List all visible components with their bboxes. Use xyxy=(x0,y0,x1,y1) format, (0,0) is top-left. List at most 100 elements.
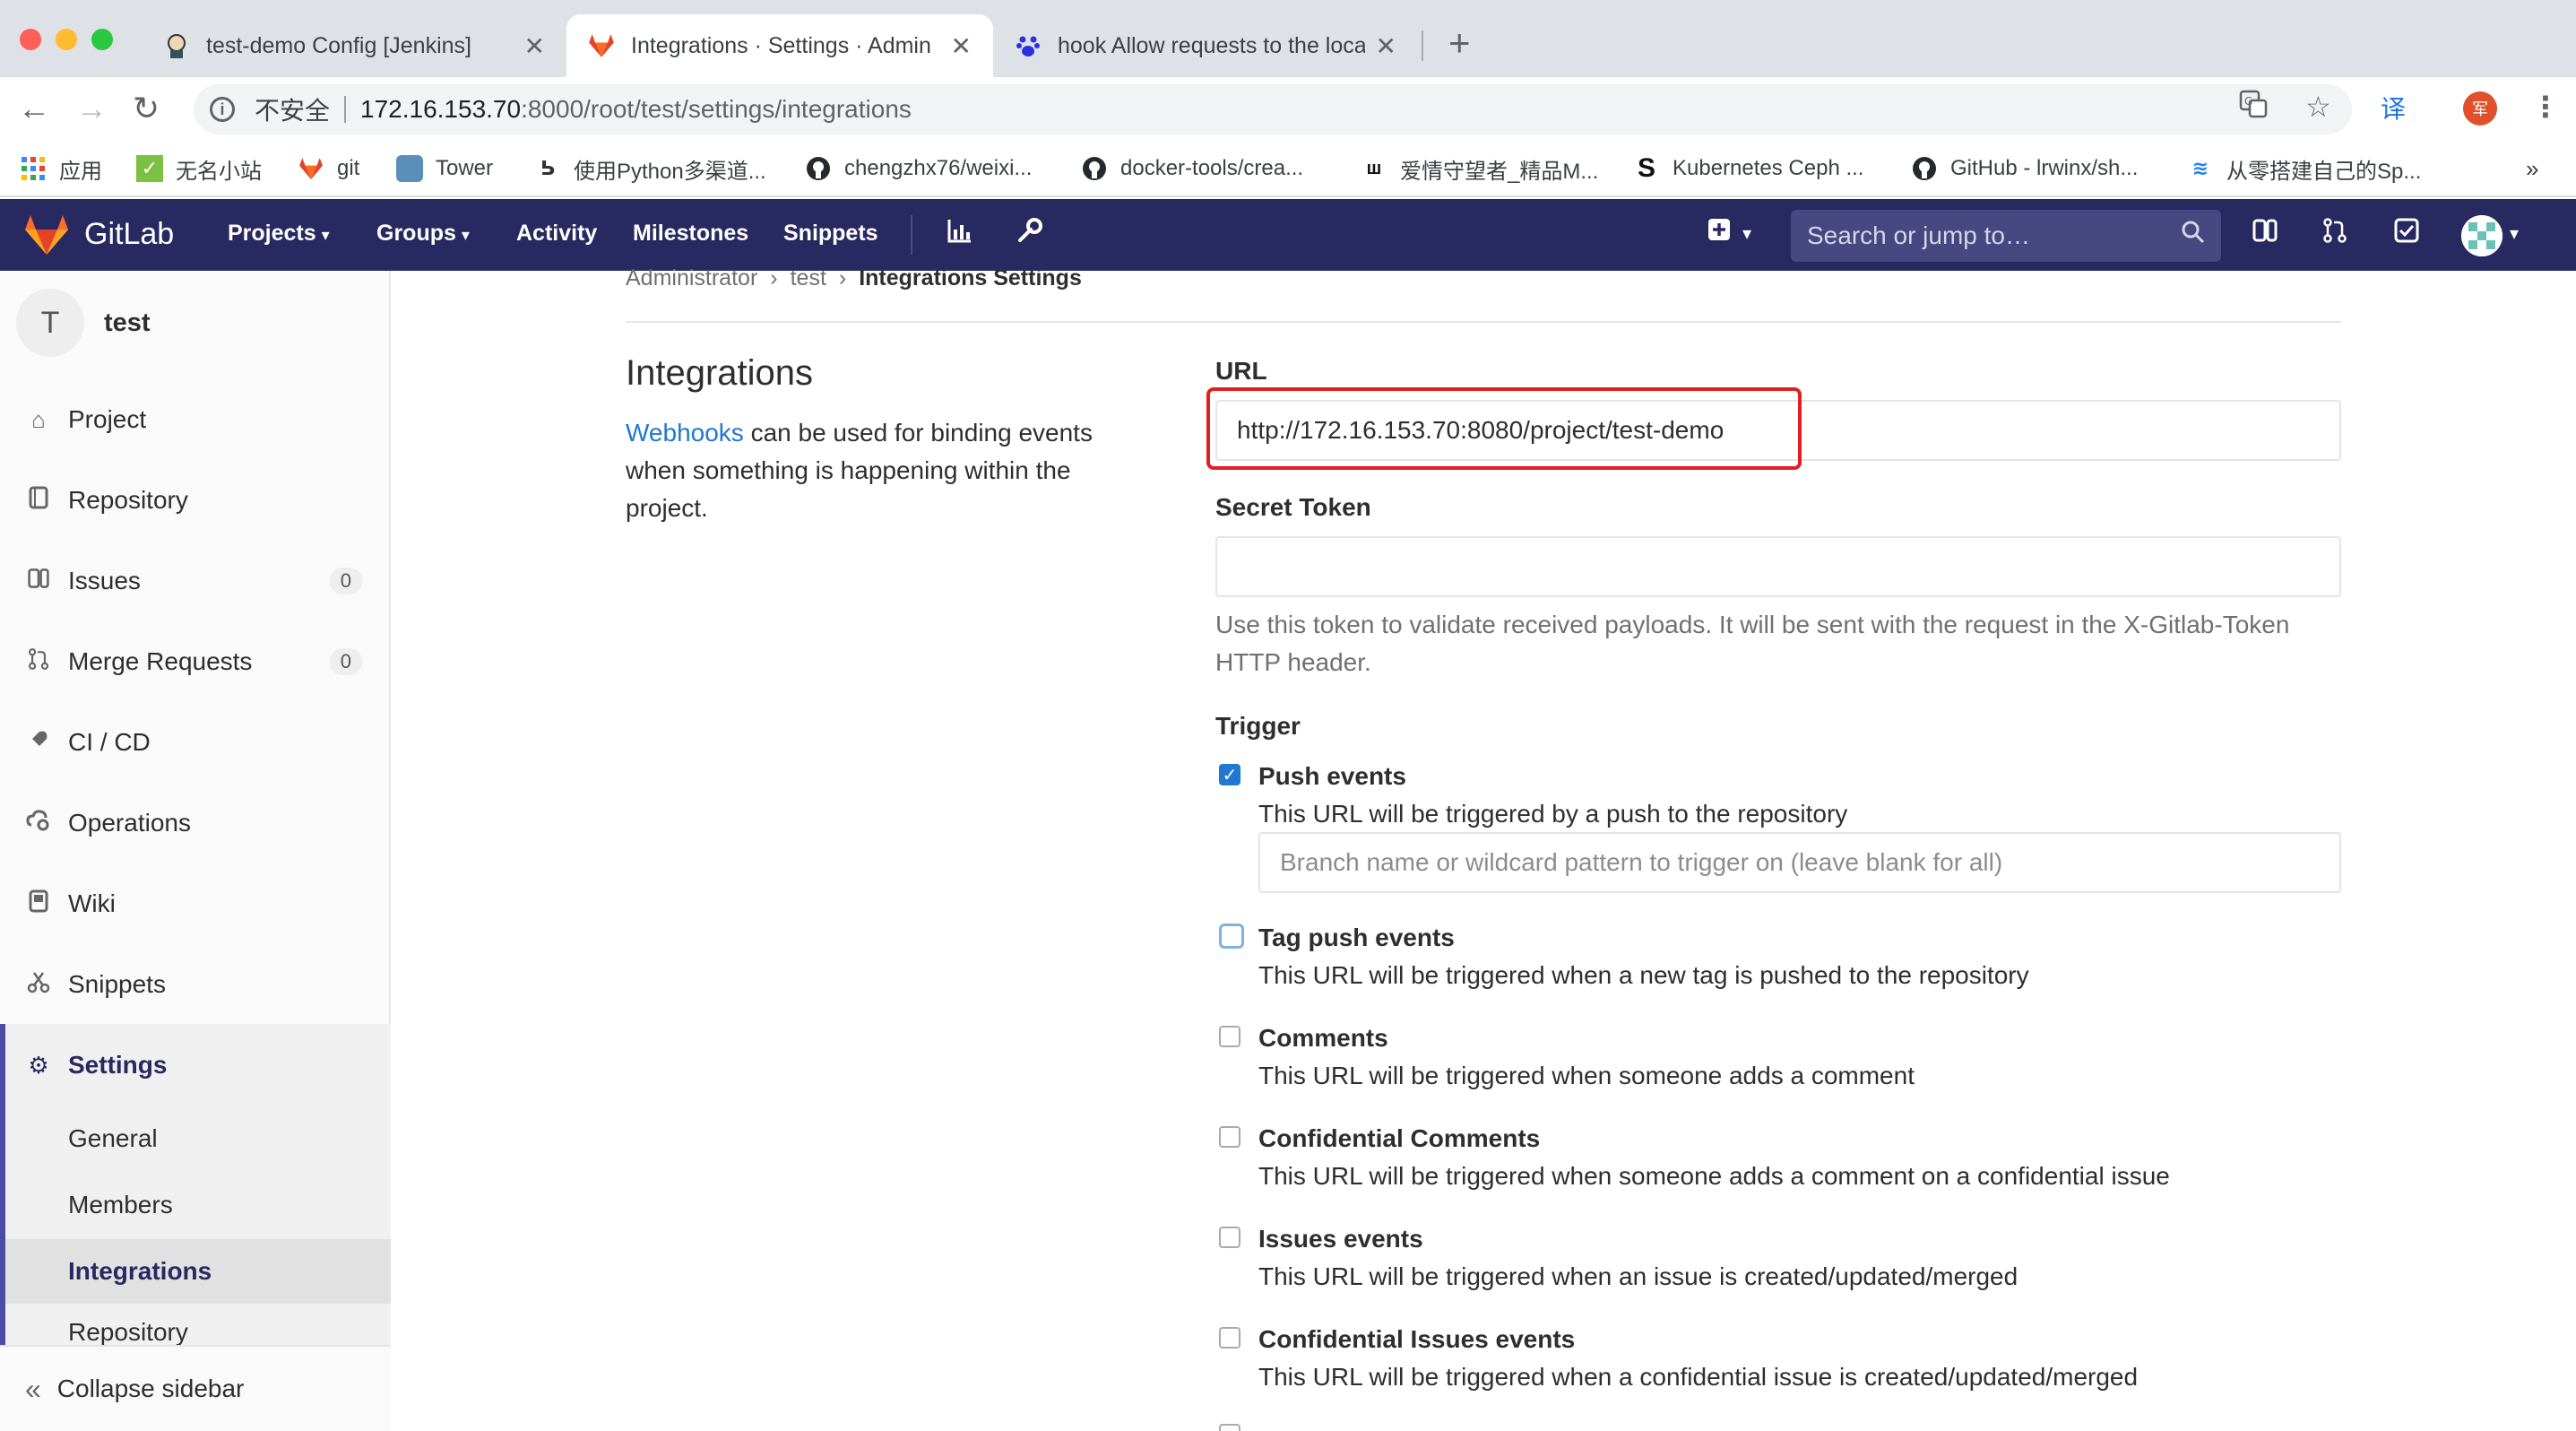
confidential-comments-checkbox[interactable] xyxy=(1219,1126,1240,1148)
bookmark-wuming[interactable]: ✓ 无名小站 xyxy=(136,152,262,185)
sidebar-item-operations[interactable]: Operations xyxy=(0,796,391,850)
sidebar-subitem-members[interactable]: Members xyxy=(5,1173,391,1237)
trigger-title: Push events xyxy=(1258,762,1406,790)
window-minimize-button[interactable] xyxy=(56,29,77,50)
bookmark-apps[interactable]: 应用 xyxy=(20,152,102,185)
tag-push-events-checkbox[interactable] xyxy=(1219,924,1244,949)
search-input[interactable]: Search or jump to… xyxy=(1791,210,2221,262)
nav-activity[interactable]: Activity xyxy=(516,221,597,247)
bookmarks-overflow[interactable]: » xyxy=(2526,152,2538,185)
breadcrumb-link[interactable]: test xyxy=(791,265,826,291)
breadcrumb-current[interactable]: Integrations Settings xyxy=(859,265,1082,291)
sidebar-item-label: Repository xyxy=(68,486,188,514)
sidebar-subitem-integrations[interactable]: Integrations xyxy=(5,1239,391,1304)
webhooks-link[interactable]: Webhooks xyxy=(626,419,744,447)
close-icon[interactable]: ✕ xyxy=(951,31,972,61)
reload-icon[interactable]: ↻ xyxy=(133,90,160,127)
gitlab-brand[interactable]: GitLab xyxy=(84,217,174,252)
merge-request-icon[interactable] xyxy=(2321,217,2348,252)
gitlab-logo-icon[interactable] xyxy=(23,213,70,256)
back-arrow-icon[interactable]: ← xyxy=(18,90,50,127)
collapse-sidebar-button[interactable]: « Collapse sidebar xyxy=(0,1345,391,1431)
close-icon[interactable]: ✕ xyxy=(1376,31,1396,61)
bookmark-chengzhx[interactable]: chengzhx76/weixi... xyxy=(805,152,1032,185)
window-zoom-button[interactable] xyxy=(91,29,113,50)
sidebar-item-label: Wiki xyxy=(68,889,116,917)
next-trigger-checkbox[interactable] xyxy=(1219,1424,1240,1431)
browser-menu-icon[interactable]: ⋮ xyxy=(2531,90,2560,124)
sidebar-item-settings[interactable]: ⚙ Settings xyxy=(0,1038,391,1092)
bookmark-star-icon[interactable]: ☆ xyxy=(2305,90,2331,124)
secret-token-field[interactable] xyxy=(1215,536,2341,597)
sidebar-subitem-repository[interactable]: Repository xyxy=(5,1305,391,1345)
comments-checkbox[interactable] xyxy=(1219,1026,1240,1047)
sidebar-item-ci-cd[interactable]: CI / CD xyxy=(0,716,391,769)
plus-square-icon[interactable] xyxy=(1707,217,1732,248)
bookmarks-bar: 应用 ✓ 无名小站 git Tower ᕊ 使用Python多渠道... che… xyxy=(0,142,2576,197)
site-icon: ≋ xyxy=(2191,157,2209,179)
section-divider xyxy=(626,321,2341,323)
nav-groups[interactable]: Groups ▾ xyxy=(376,221,470,247)
nav-projects[interactable]: Projects ▾ xyxy=(228,221,330,247)
sidebar-subitem-general[interactable]: General xyxy=(5,1106,391,1171)
chevron-down-icon: ▾ xyxy=(321,226,330,244)
confidential-issues-events-checkbox[interactable] xyxy=(1219,1327,1240,1349)
site-icon: S xyxy=(1637,153,1655,183)
translate-extension-icon[interactable]: 译 xyxy=(2381,90,2406,126)
sidebar-item-project[interactable]: ⌂ Project xyxy=(0,393,391,447)
bookmark-python[interactable]: ᕊ 使用Python多渠道... xyxy=(534,152,766,185)
close-icon[interactable]: ✕ xyxy=(524,31,545,61)
project-avatar[interactable]: T xyxy=(16,289,84,357)
sidebar-item-repository[interactable]: Repository xyxy=(0,473,391,527)
url-host: 172.16.153.70 xyxy=(360,95,522,123)
chevron-down-icon[interactable]: ▾ xyxy=(1742,222,1751,245)
forward-arrow-icon[interactable]: → xyxy=(75,90,108,127)
bookmark-kubernetes[interactable]: S Kubernetes Ceph ... xyxy=(1633,152,1863,185)
sidebar-item-merge-requests[interactable]: Merge Requests 0 xyxy=(0,635,391,689)
url-divider xyxy=(344,96,347,123)
bookmark-docker-tools[interactable]: docker-tools/crea... xyxy=(1081,152,1303,185)
trigger-description: This URL will be triggered when someone … xyxy=(1258,1062,1915,1089)
address-bar[interactable]: i 不安全 172.16.153.70 :8000/root/test/sett… xyxy=(194,84,2352,134)
bookmark-label: 应用 xyxy=(59,159,102,184)
user-avatar[interactable] xyxy=(2461,215,2503,256)
sidebar-item-issues[interactable]: Issues 0 xyxy=(0,554,391,608)
nav-snippets[interactable]: Snippets xyxy=(783,221,878,247)
github-icon xyxy=(805,155,832,182)
issues-icon[interactable] xyxy=(2252,217,2278,252)
todo-check-icon[interactable] xyxy=(2393,217,2420,252)
project-name[interactable]: test xyxy=(104,308,151,338)
tower-icon xyxy=(396,155,423,182)
bookmark-spring[interactable]: ≋ 从零搭建自己的Sp... xyxy=(2187,152,2422,185)
nav-milestones[interactable]: Milestones xyxy=(633,221,748,247)
bookmark-github-lrwinx[interactable]: GitHub - lrwinx/sh... xyxy=(1911,152,2138,185)
bookmark-label: git xyxy=(337,156,360,180)
sidebar-item-snippets[interactable]: Snippets xyxy=(0,958,391,1011)
info-icon[interactable]: i xyxy=(210,97,235,122)
bookmark-aiqing[interactable]: ш 爱情守望者_精品M... xyxy=(1361,152,1599,185)
issues-events-checkbox[interactable] xyxy=(1219,1227,1240,1248)
breadcrumb-link[interactable]: Administrator xyxy=(626,265,757,291)
bookmark-tower[interactable]: Tower xyxy=(396,152,493,185)
site-icon: ✓ xyxy=(136,155,163,182)
branch-filter-input[interactable]: Branch name or wildcard pattern to trigg… xyxy=(1258,832,2341,893)
sidebar-item-wiki[interactable]: Wiki xyxy=(0,877,391,931)
browser-tab-jenkins[interactable]: test-demo Config [Jenkins] ✕ xyxy=(142,14,566,77)
jenkins-icon xyxy=(163,32,190,59)
push-events-checkbox[interactable]: ✓ xyxy=(1219,764,1240,785)
sidebar-item-label: Issues xyxy=(68,567,141,594)
window-close-button[interactable] xyxy=(20,29,41,50)
chart-icon[interactable] xyxy=(947,217,973,252)
bookmark-git[interactable]: git xyxy=(298,152,359,185)
browser-tab-gitlab[interactable]: Integrations · Settings · Admin ✕ xyxy=(566,14,993,77)
profile-avatar[interactable]: 军 xyxy=(2463,91,2497,126)
issues-icon xyxy=(25,567,52,596)
translate-icon[interactable]: G xyxy=(2239,90,2268,126)
trigger-description: This URL will be triggered when a confid… xyxy=(1258,1363,2139,1391)
new-tab-icon[interactable]: + xyxy=(1448,22,1471,65)
wrench-icon[interactable] xyxy=(1016,217,1043,252)
sidebar-item-label: Operations xyxy=(68,809,191,837)
browser-tab-hook[interactable]: hook Allow requests to the loca ✕ xyxy=(993,14,1418,77)
trigger-title: Issues events xyxy=(1258,1225,1423,1253)
chevron-down-icon[interactable]: ▾ xyxy=(2510,222,2519,245)
